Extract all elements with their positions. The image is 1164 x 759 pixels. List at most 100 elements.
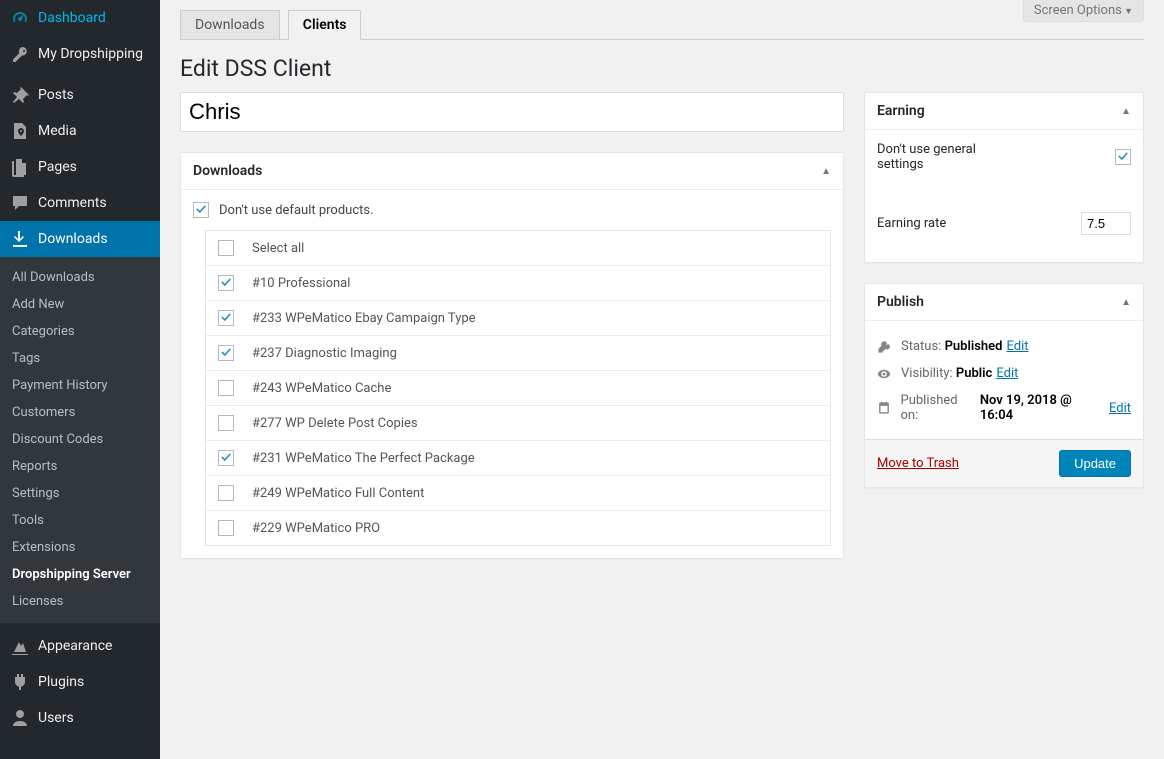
admin-sidebar: Dashboard My Dropshipping Posts Media Pages… — [0, 0, 160, 759]
submenu-item-discount-codes[interactable]: Discount Codes — [0, 426, 160, 453]
collapse-toggle-icon[interactable]: ▲ — [821, 166, 831, 177]
status-value: Published — [945, 339, 1003, 354]
product-checkbox[interactable] — [218, 310, 234, 326]
sidebar-item-appearance[interactable]: Appearance — [0, 628, 160, 664]
publish-panel: Publish ▲ Status: Published Edit Visibil — [864, 283, 1144, 488]
product-row: #10 Professional — [206, 266, 830, 301]
pin-icon — [10, 85, 30, 105]
plugin-icon — [10, 672, 30, 692]
submenu-item-add-new[interactable]: Add New — [0, 291, 160, 318]
product-checkbox[interactable] — [218, 520, 234, 536]
sidebar-item-dashboard[interactable]: Dashboard — [0, 0, 160, 36]
product-checkbox[interactable] — [218, 450, 234, 466]
product-row: #249 WPeMatico Full Content — [206, 476, 830, 511]
product-row: #229 WPeMatico PRO — [206, 511, 830, 545]
submenu-item-settings[interactable]: Settings — [0, 480, 160, 507]
update-button[interactable]: Update — [1059, 450, 1131, 477]
submenu-item-licenses[interactable]: Licenses — [0, 588, 160, 615]
screen-options-toggle[interactable]: Screen Options — [1023, 0, 1144, 22]
dashboard-icon — [10, 8, 30, 28]
submenu-item-dropshipping-server[interactable]: Dropshipping Server — [0, 561, 160, 588]
product-row: #243 WPeMatico Cache — [206, 371, 830, 406]
product-row: #233 WPeMatico Ebay Campaign Type — [206, 301, 830, 336]
key-icon — [10, 44, 30, 64]
product-label: #231 WPeMatico The Perfect Package — [252, 451, 475, 466]
page-icon — [10, 157, 30, 177]
sidebar-item-my-dropshipping[interactable]: My Dropshipping — [0, 36, 160, 72]
dont-use-general-label: Don't use general settings — [877, 142, 1007, 172]
sidebar-item-users[interactable]: Users — [0, 700, 160, 736]
edit-date-link[interactable]: Edit — [1109, 401, 1131, 416]
move-to-trash-link[interactable]: Move to Trash — [877, 456, 959, 471]
product-checkbox[interactable] — [218, 345, 234, 361]
product-row: #277 WP Delete Post Copies — [206, 406, 830, 441]
earning-panel-title: Earning — [877, 103, 925, 119]
sidebar-item-pages[interactable]: Pages — [0, 149, 160, 185]
key-icon — [877, 340, 897, 354]
comment-icon — [10, 193, 30, 213]
sidebar-item-media[interactable]: Media — [0, 113, 160, 149]
submenu-item-tags[interactable]: Tags — [0, 345, 160, 372]
sidebar-label: Downloads — [38, 231, 108, 247]
visibility-label: Visibility: — [901, 366, 953, 381]
earning-rate-input[interactable] — [1081, 212, 1131, 235]
select-all-label: Select all — [252, 241, 304, 256]
collapse-toggle-icon[interactable]: ▲ — [1121, 297, 1131, 308]
sidebar-label: Media — [38, 123, 77, 139]
tab-clients[interactable]: Clients — [288, 10, 362, 40]
sidebar-label: Posts — [38, 87, 74, 103]
sidebar-label: My Dropshipping — [38, 46, 143, 62]
dont-use-default-label: Don't use default products. — [219, 203, 374, 218]
sidebar-item-downloads[interactable]: Downloads — [0, 221, 160, 257]
product-checkbox[interactable] — [218, 485, 234, 501]
product-checkbox[interactable] — [218, 275, 234, 291]
page-title: Edit DSS Client — [180, 55, 1144, 82]
submenu-item-extensions[interactable]: Extensions — [0, 534, 160, 561]
published-value: Nov 19, 2018 @ 16:04 — [980, 393, 1105, 423]
submenu-item-customers[interactable]: Customers — [0, 399, 160, 426]
product-label: #249 WPeMatico Full Content — [252, 486, 424, 501]
product-row: #231 WPeMatico The Perfect Package — [206, 441, 830, 476]
product-label: #243 WPeMatico Cache — [252, 381, 391, 396]
product-label: #277 WP Delete Post Copies — [252, 416, 418, 431]
media-icon — [10, 121, 30, 141]
published-label: Published on: — [901, 393, 977, 423]
product-checkbox[interactable] — [218, 415, 234, 431]
product-label: #237 Diagnostic Imaging — [252, 346, 397, 361]
dont-use-general-checkbox[interactable] — [1115, 149, 1131, 165]
visibility-value: Public — [956, 366, 992, 381]
calendar-icon — [877, 401, 897, 415]
collapse-toggle-icon[interactable]: ▲ — [1121, 106, 1131, 117]
select-all-checkbox[interactable] — [218, 240, 234, 256]
submenu-item-payment-history[interactable]: Payment History — [0, 372, 160, 399]
edit-visibility-link[interactable]: Edit — [996, 366, 1018, 381]
products-table: Select all #10 Professional#233 WPeMatico… — [205, 230, 831, 546]
sidebar-label: Appearance — [38, 638, 112, 654]
status-label: Status: — [901, 339, 941, 354]
sidebar-label: Dashboard — [38, 10, 106, 26]
sidebar-label: Plugins — [38, 674, 84, 690]
product-label: #229 WPeMatico PRO — [252, 521, 380, 536]
submenu-item-reports[interactable]: Reports — [0, 453, 160, 480]
sidebar-item-comments[interactable]: Comments — [0, 185, 160, 221]
sidebar-item-plugins[interactable]: Plugins — [0, 664, 160, 700]
downloads-panel: Downloads ▲ Don't use default products. … — [180, 152, 844, 559]
eye-icon — [877, 367, 897, 381]
edit-status-link[interactable]: Edit — [1006, 339, 1028, 354]
sidebar-label: Comments — [38, 195, 107, 211]
main-content: Screen Options Downloads Clients Edit DS… — [160, 0, 1164, 759]
client-title-input[interactable] — [180, 92, 844, 132]
sidebar-label: Users — [38, 710, 74, 726]
submenu-item-tools[interactable]: Tools — [0, 507, 160, 534]
submenu-item-categories[interactable]: Categories — [0, 318, 160, 345]
submenu-item-all-downloads[interactable]: All Downloads — [0, 264, 160, 291]
sidebar-item-posts[interactable]: Posts — [0, 77, 160, 113]
publish-panel-title: Publish — [877, 294, 924, 310]
user-icon — [10, 708, 30, 728]
earning-panel: Earning ▲ Don't use general settings Ear… — [864, 92, 1144, 263]
tab-downloads[interactable]: Downloads — [180, 10, 280, 40]
product-checkbox[interactable] — [218, 380, 234, 396]
dont-use-default-checkbox[interactable] — [193, 202, 209, 218]
downloads-panel-title: Downloads — [193, 163, 262, 179]
product-row: #237 Diagnostic Imaging — [206, 336, 830, 371]
